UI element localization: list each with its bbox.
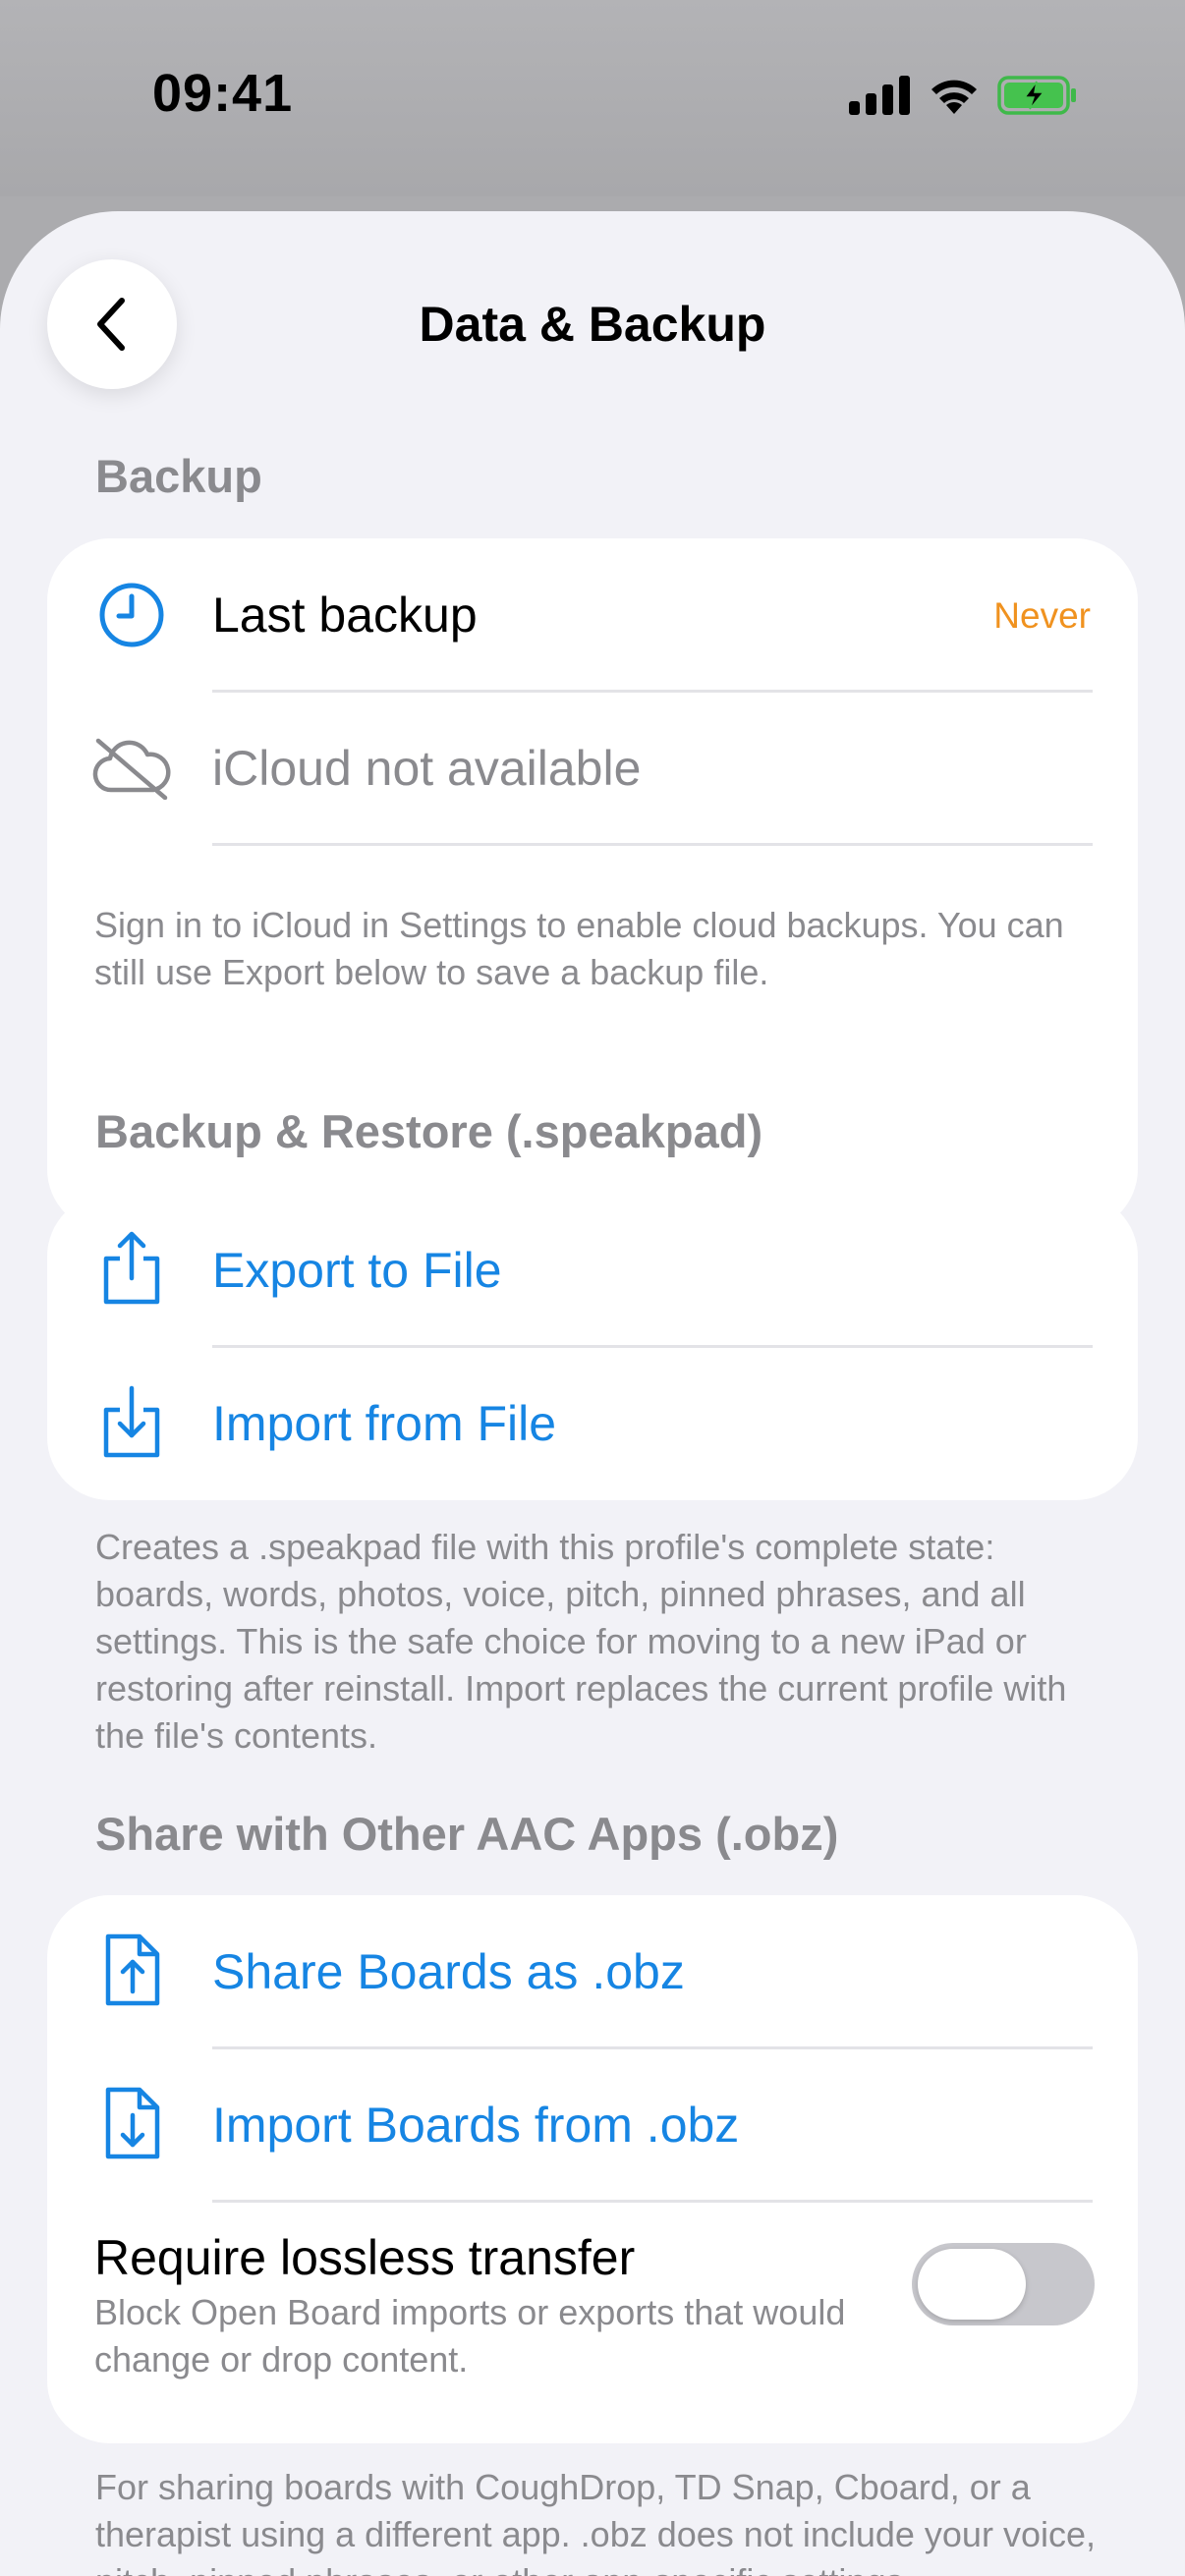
obz-card: Share Boards as .obz Import Boards from … [47, 1895, 1138, 2443]
import-from-file-label[interactable]: Import from File [212, 1395, 556, 1452]
last-backup-row: Last backup Never [47, 538, 1138, 692]
settings-sheet: Data & Backup Backup Last backup Never i… [0, 211, 1185, 2576]
section-header-backup: Backup [95, 450, 262, 502]
share-obz-label[interactable]: Share Boards as .obz [212, 1943, 685, 2000]
download-tray-icon [90, 1380, 173, 1463]
lossless-subtitle: Block Open Board imports or exports that… [94, 2292, 846, 2380]
import-obz-row[interactable]: Import Boards from .obz [47, 2048, 1138, 2202]
battery-charging-icon [997, 76, 1076, 115]
lossless-transfer-row: Require lossless transfer Block Open Boa… [47, 2202, 1138, 2443]
last-backup-label: Last backup [212, 588, 478, 643]
icloud-slash-icon [90, 727, 173, 810]
cellular-signal-icon [849, 76, 910, 115]
lossless-title: Require lossless transfer [94, 2230, 636, 2285]
import-from-file-row[interactable]: Import from File [47, 1347, 1138, 1500]
icloud-row: iCloud not available [47, 692, 1138, 845]
export-to-file-label[interactable]: Export to File [212, 1242, 502, 1299]
backup-note: Sign in to iCloud in Settings to enable … [94, 905, 1064, 992]
doc-arrow-up-icon [90, 1929, 173, 2011]
share-icon [90, 1227, 173, 1310]
restore-footnote: Creates a .speakpad file with this profi… [95, 1527, 1067, 1756]
status-bar: 09:41 [0, 0, 1185, 196]
import-obz-label[interactable]: Import Boards from .obz [212, 2097, 739, 2154]
page-title: Data & Backup [419, 297, 766, 352]
obz-footnote: For sharing boards with CoughDrop, TD Sn… [95, 2467, 1096, 2576]
section-header-restore: Backup & Restore (.speakpad) [95, 1105, 763, 1157]
wifi-icon [931, 80, 977, 114]
section-header-obz: Share with Other AAC Apps (.obz) [95, 1808, 839, 1860]
export-to-file-row[interactable]: Export to File [47, 1194, 1138, 1347]
share-obz-row[interactable]: Share Boards as .obz [47, 1895, 1138, 2048]
status-time: 09:41 [152, 64, 294, 123]
doc-arrow-down-icon [90, 2082, 173, 2164]
restore-card: Export to File Import from File [47, 1194, 1138, 1500]
toggle-knob [918, 2249, 1026, 2320]
lossless-toggle[interactable] [912, 2243, 1095, 2325]
last-backup-value: Never [993, 595, 1091, 636]
divider [212, 843, 1093, 846]
clock-icon [90, 574, 173, 656]
icloud-label: iCloud not available [212, 741, 642, 796]
